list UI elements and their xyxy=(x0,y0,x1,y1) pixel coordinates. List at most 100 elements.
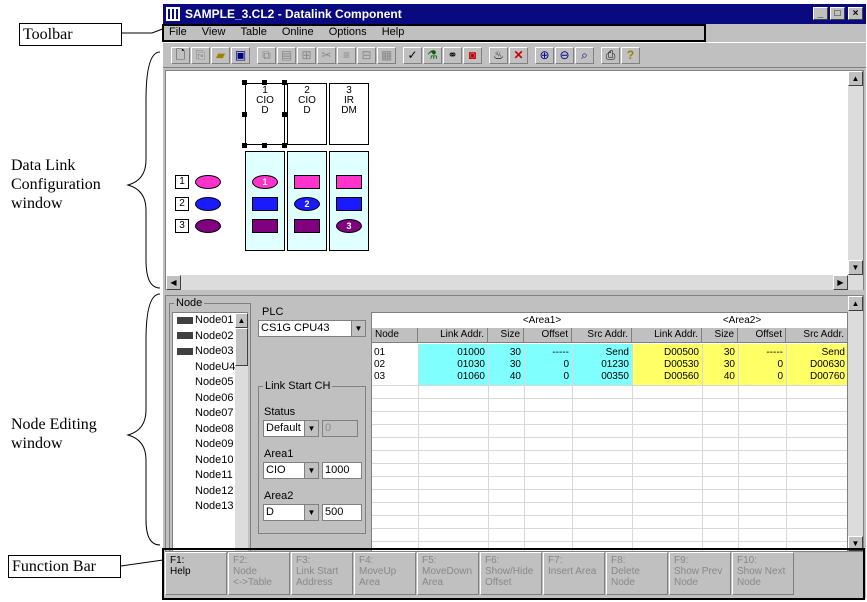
config-vertical-scrollbar[interactable]: ▲ ▼ xyxy=(848,71,863,275)
zoom-in-icon[interactable]: ⊕ xyxy=(535,47,554,64)
column-header[interactable]: Offset xyxy=(738,328,786,343)
node-header-2[interactable]: 2 CIO D xyxy=(287,83,327,145)
node-list-scrollbar[interactable]: ▲ xyxy=(235,313,248,551)
zoom-out-icon[interactable]: ⊖ xyxy=(555,47,574,64)
align-icon[interactable]: ≡ xyxy=(337,47,356,64)
column-header[interactable]: Node xyxy=(372,328,418,343)
column-header[interactable]: Link Addr. xyxy=(418,328,488,343)
minimize-button[interactable]: _ xyxy=(813,7,828,20)
new-file-icon[interactable]: 🗋 xyxy=(171,47,190,64)
close-button[interactable]: × xyxy=(848,7,863,20)
check-icon[interactable]: ✓ xyxy=(403,47,422,64)
status-label: Status xyxy=(264,406,296,418)
node-label: Node05 xyxy=(195,376,234,388)
column-header[interactable]: Src Addr. xyxy=(786,328,847,343)
column-header[interactable]: Src Addr. xyxy=(572,328,632,343)
node-group-title: Node xyxy=(174,297,205,309)
open-file-icon[interactable]: ⎘ xyxy=(191,47,210,64)
toolbar-annotation: Toolbar xyxy=(19,23,122,46)
selection-handle[interactable] xyxy=(262,80,267,85)
table-icon[interactable]: ⊟ xyxy=(357,47,376,64)
area2-type-value: D xyxy=(266,506,274,518)
selection-handle[interactable] xyxy=(262,143,267,148)
node-header-1[interactable]: 1 CIO D xyxy=(245,83,285,145)
node-list[interactable]: Node01 Node02 Node03 NodeU4 Node05 Node0… xyxy=(172,312,248,552)
area1-address-input[interactable]: 1000 xyxy=(322,462,362,479)
plc-model-value: CS1G CPU43 xyxy=(261,322,330,334)
send-marker-1[interactable]: 1 xyxy=(252,175,278,189)
scroll-right-icon[interactable]: ▶ xyxy=(833,275,848,290)
column-header[interactable]: Size xyxy=(488,328,524,343)
plc-model-select[interactable]: CS1G CPU43 ▼ xyxy=(258,320,366,337)
scroll-up-icon[interactable]: ▲ xyxy=(848,296,863,311)
column-header[interactable]: Link Addr. xyxy=(632,328,702,343)
cell-size: 30 xyxy=(723,359,735,370)
receive-block[interactable] xyxy=(294,219,320,233)
node-header-3[interactable]: 3 IR DM xyxy=(329,83,369,145)
copy-icon[interactable]: ⧉ xyxy=(257,47,276,64)
selection-handle[interactable] xyxy=(242,80,247,85)
send-marker-2[interactable]: 2 xyxy=(294,197,320,211)
scroll-up-icon[interactable]: ▲ xyxy=(848,71,863,86)
receive-block[interactable] xyxy=(336,197,362,211)
transfer-icon[interactable]: ♨ xyxy=(489,47,508,64)
wizard-icon[interactable]: ⚗ xyxy=(423,47,442,64)
function-bar-annotation: Function Bar xyxy=(8,555,121,578)
row-legend-2 xyxy=(195,197,221,211)
delete-icon[interactable]: ✕ xyxy=(509,47,528,64)
table-row[interactable]: 02 01030 30 0 01230 D00530 30 0 D00630 xyxy=(372,359,847,371)
chevron-down-icon[interactable]: ▼ xyxy=(304,505,318,520)
open-folder-icon[interactable]: ▰ xyxy=(211,47,230,64)
edit-vertical-scrollbar[interactable]: ▲ ▼ xyxy=(848,296,863,551)
link-icon[interactable]: ⊞ xyxy=(297,47,316,64)
receive-block[interactable] xyxy=(252,219,278,233)
selection-handle[interactable] xyxy=(282,112,287,117)
selection-handle[interactable] xyxy=(282,143,287,148)
column-header[interactable]: Size xyxy=(702,328,738,343)
node-editing-window: Node Node01 Node02 Node03 NodeU4 Node05 … xyxy=(165,295,864,553)
cell-link-addr: 01000 xyxy=(457,347,485,358)
chevron-down-icon[interactable]: ▼ xyxy=(351,321,365,336)
help-icon[interactable]: ? xyxy=(621,47,640,64)
node-active-icon xyxy=(177,347,193,355)
status-select[interactable]: Default ▼ xyxy=(263,420,319,437)
chevron-down-icon[interactable]: ▼ xyxy=(304,421,318,436)
node-label: NodeU4 xyxy=(195,360,236,373)
area2-address-input[interactable]: 500 xyxy=(322,504,362,521)
area2-type-select[interactable]: D ▼ xyxy=(263,504,319,521)
column-header[interactable]: Offset xyxy=(524,328,572,343)
cut-icon[interactable]: ✂ xyxy=(317,47,336,64)
cell-offset: 0 xyxy=(563,371,569,382)
config-annotation-line1: Data Link xyxy=(11,157,76,174)
area2-label: Area2 xyxy=(264,490,294,502)
selection-handle[interactable] xyxy=(242,112,247,117)
send-marker-3[interactable]: 3 xyxy=(336,219,362,233)
connect-icon[interactable]: ⚭ xyxy=(443,47,462,64)
config-horizontal-scrollbar[interactable]: ◀ ▶ xyxy=(166,275,863,290)
selection-handle[interactable] xyxy=(242,143,247,148)
zoom-fit-icon[interactable]: ⌕ xyxy=(575,47,594,64)
receive-block[interactable] xyxy=(336,175,362,189)
maximize-button[interactable]: □ xyxy=(830,7,845,20)
receive-block[interactable] xyxy=(294,175,320,189)
receive-block[interactable] xyxy=(252,197,278,211)
scroll-up-icon[interactable]: ▲ xyxy=(235,313,248,328)
table-row[interactable]: 03 01060 40 0 00350 D00560 40 0 D00760 xyxy=(372,371,847,383)
status-value: Default xyxy=(266,422,301,434)
table-row[interactable]: 01 01000 30 ----- Send D00500 30 ----- S… xyxy=(372,347,847,359)
config-annotation-line2: Configuration xyxy=(11,176,101,193)
print-icon[interactable]: ⎙ xyxy=(601,47,620,64)
status-field[interactable]: 0 xyxy=(322,420,358,437)
area1-type-select[interactable]: CIO ▼ xyxy=(263,462,319,479)
grid-icon[interactable]: ▦ xyxy=(377,47,396,64)
paste-icon[interactable]: ▤ xyxy=(277,47,296,64)
scroll-down-icon[interactable]: ▼ xyxy=(848,260,863,275)
chevron-down-icon[interactable]: ▼ xyxy=(304,463,318,478)
scroll-thumb[interactable] xyxy=(235,328,248,366)
selection-handle[interactable] xyxy=(282,80,287,85)
scroll-left-icon[interactable]: ◀ xyxy=(166,275,181,290)
monitor-icon[interactable]: ◙ xyxy=(463,47,482,64)
save-icon[interactable]: ▣ xyxy=(231,47,250,64)
edit-annotation-line2: window xyxy=(11,435,63,452)
data-link-configuration-window: 1 CIO D 2 CIO D 3 IR DM 1 2 3 1 2 3 ▲ ▼ … xyxy=(165,70,864,290)
